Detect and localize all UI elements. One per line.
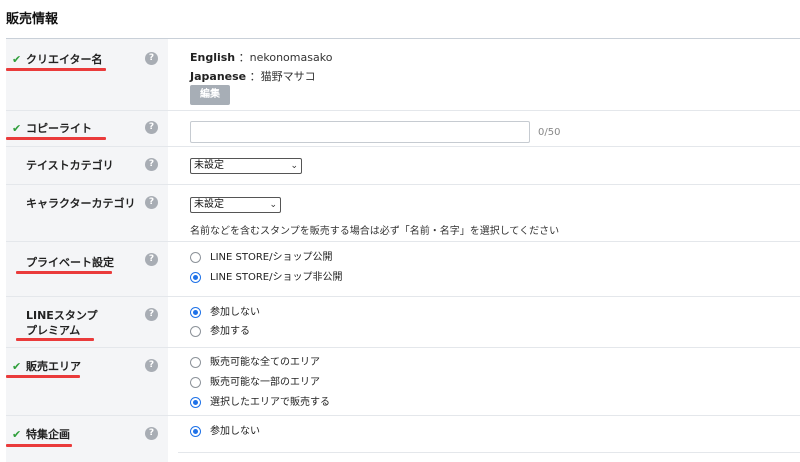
character-category-select[interactable]: 未設定 ⌄ — [190, 197, 281, 213]
special-campaign-content: 参加しない — [184, 416, 800, 462]
check-icon: ✔ — [12, 360, 22, 373]
check-icon: ✔ — [12, 428, 22, 441]
special-campaign-label: 特集企画 — [26, 428, 70, 441]
label-cell: LINEスタンプ プレミアム ? — [6, 297, 168, 347]
label-cell: キャラクターカテゴリ ? — [6, 185, 168, 241]
help-icon[interactable]: ? — [145, 158, 158, 171]
help-icon[interactable]: ? — [145, 359, 158, 372]
sales-area-content: 販売可能な全てのエリア 販売可能な一部のエリア 選択したエリアで販売する — [184, 348, 800, 415]
label-cell: ✔ 特集企画 ? — [6, 416, 168, 462]
radio-button-selected[interactable] — [190, 272, 201, 283]
page-title: 販売情報 — [6, 12, 59, 27]
label-cell: ✔ 販売エリア ? — [6, 348, 168, 415]
highlight-underline — [6, 68, 106, 71]
radio-button[interactable] — [190, 252, 201, 263]
row-private-setting: プライベート設定 ? LINE STORE/ショップ公開 LINE STORE/… — [6, 242, 800, 296]
premium-label-line1: LINEスタンプ — [26, 309, 98, 322]
highlight-underline — [6, 375, 80, 378]
japanese-value: ：猫野マサコ — [249, 70, 316, 83]
row-taste-category: テイストカテゴリ ? 未設定 ⌄ — [6, 147, 800, 184]
highlight-underline — [16, 338, 94, 341]
highlight-underline — [6, 444, 72, 447]
label-cell: ✔ クリエイター名 ? — [6, 39, 168, 110]
radio-label: 参加する — [210, 326, 250, 337]
radio-label: 参加しない — [210, 307, 260, 318]
radio-button[interactable] — [190, 357, 201, 368]
copyright-char-counter: 0/50 — [538, 127, 561, 138]
row-divider — [178, 452, 800, 453]
radio-label: 選択したエリアで販売する — [210, 397, 330, 408]
radio-button[interactable] — [190, 377, 201, 388]
japanese-key: Japanese — [190, 70, 247, 83]
premium-label-line2: プレミアム — [26, 324, 81, 337]
english-value: ：nekonomasako — [238, 51, 333, 64]
edit-button[interactable]: 編集 — [190, 85, 230, 105]
english-name: English ：nekonomasako — [190, 49, 332, 65]
creator-name-content: English ：nekonomasako Japanese ：猫野マサコ 編集 — [184, 39, 800, 110]
taste-category-selected-value: 未設定 — [194, 160, 224, 171]
check-icon: ✔ — [12, 122, 22, 135]
label-cell: ✔ コピーライト ? — [6, 111, 168, 146]
chevron-down-icon: ⌄ — [269, 200, 277, 210]
radio-button-selected[interactable] — [190, 397, 201, 408]
radio-label: 参加しない — [210, 426, 260, 437]
creator-name-label: クリエイター名 — [26, 53, 103, 66]
character-category-note: 名前などを含むスタンプを販売する場合は必ず「名前・名字」を選択してください — [190, 226, 560, 237]
highlight-underline — [16, 271, 112, 274]
row-copyright: ✔ コピーライト ? 0/50 — [6, 111, 800, 146]
help-icon[interactable]: ? — [145, 308, 158, 321]
row-creator-name: ✔ クリエイター名 ? English ：nekonomasako Japane… — [6, 39, 800, 110]
radio-label: 販売可能な全てのエリア — [210, 357, 320, 368]
japanese-name: Japanese ：猫野マサコ — [190, 68, 316, 84]
radio-button-selected[interactable] — [190, 307, 201, 318]
taste-category-label: テイストカテゴリ — [26, 159, 114, 172]
radio-button[interactable] — [190, 326, 201, 337]
copyright-label: コピーライト — [26, 122, 92, 135]
help-icon[interactable]: ? — [145, 121, 158, 134]
check-icon: ✔ — [12, 53, 22, 66]
label-cell: テイストカテゴリ ? — [6, 147, 168, 184]
character-category-content: 未設定 ⌄ 名前などを含むスタンプを販売する場合は必ず「名前・名字」を選択してく… — [184, 185, 800, 241]
radio-label: 販売可能な一部のエリア — [210, 377, 320, 388]
copyright-input[interactable] — [190, 121, 530, 143]
radio-label: LINE STORE/ショップ非公開 — [210, 272, 343, 283]
row-sales-area: ✔ 販売エリア ? 販売可能な全てのエリア 販売可能な一部のエリア 選択したエリ… — [6, 348, 800, 415]
character-category-selected-value: 未設定 — [194, 199, 224, 210]
character-category-label: キャラクターカテゴリ — [26, 197, 136, 210]
private-setting-label: プライベート設定 — [26, 256, 114, 269]
label-cell: プライベート設定 ? — [6, 242, 168, 296]
copyright-content: 0/50 — [184, 111, 800, 146]
private-setting-content: LINE STORE/ショップ公開 LINE STORE/ショップ非公開 — [184, 242, 800, 296]
radio-button-selected[interactable] — [190, 426, 201, 437]
sales-area-label: 販売エリア — [26, 360, 81, 373]
help-icon[interactable]: ? — [145, 196, 158, 209]
help-icon[interactable]: ? — [145, 253, 158, 266]
help-icon[interactable]: ? — [145, 427, 158, 440]
highlight-underline — [6, 137, 106, 140]
premium-content: 参加しない 参加する — [184, 297, 800, 347]
radio-label: LINE STORE/ショップ公開 — [210, 252, 333, 263]
english-key: English — [190, 51, 236, 64]
help-icon[interactable]: ? — [145, 52, 158, 65]
row-character-category: キャラクターカテゴリ ? 未設定 ⌄ 名前などを含むスタンプを販売する場合は必ず… — [6, 185, 800, 241]
taste-category-select[interactable]: 未設定 ⌄ — [190, 158, 302, 174]
chevron-down-icon: ⌄ — [290, 161, 298, 171]
taste-category-content: 未設定 ⌄ — [184, 147, 800, 184]
row-special-campaign: ✔ 特集企画 ? 参加しない — [6, 416, 800, 462]
row-line-premium: LINEスタンプ プレミアム ? 参加しない 参加する — [6, 297, 800, 347]
